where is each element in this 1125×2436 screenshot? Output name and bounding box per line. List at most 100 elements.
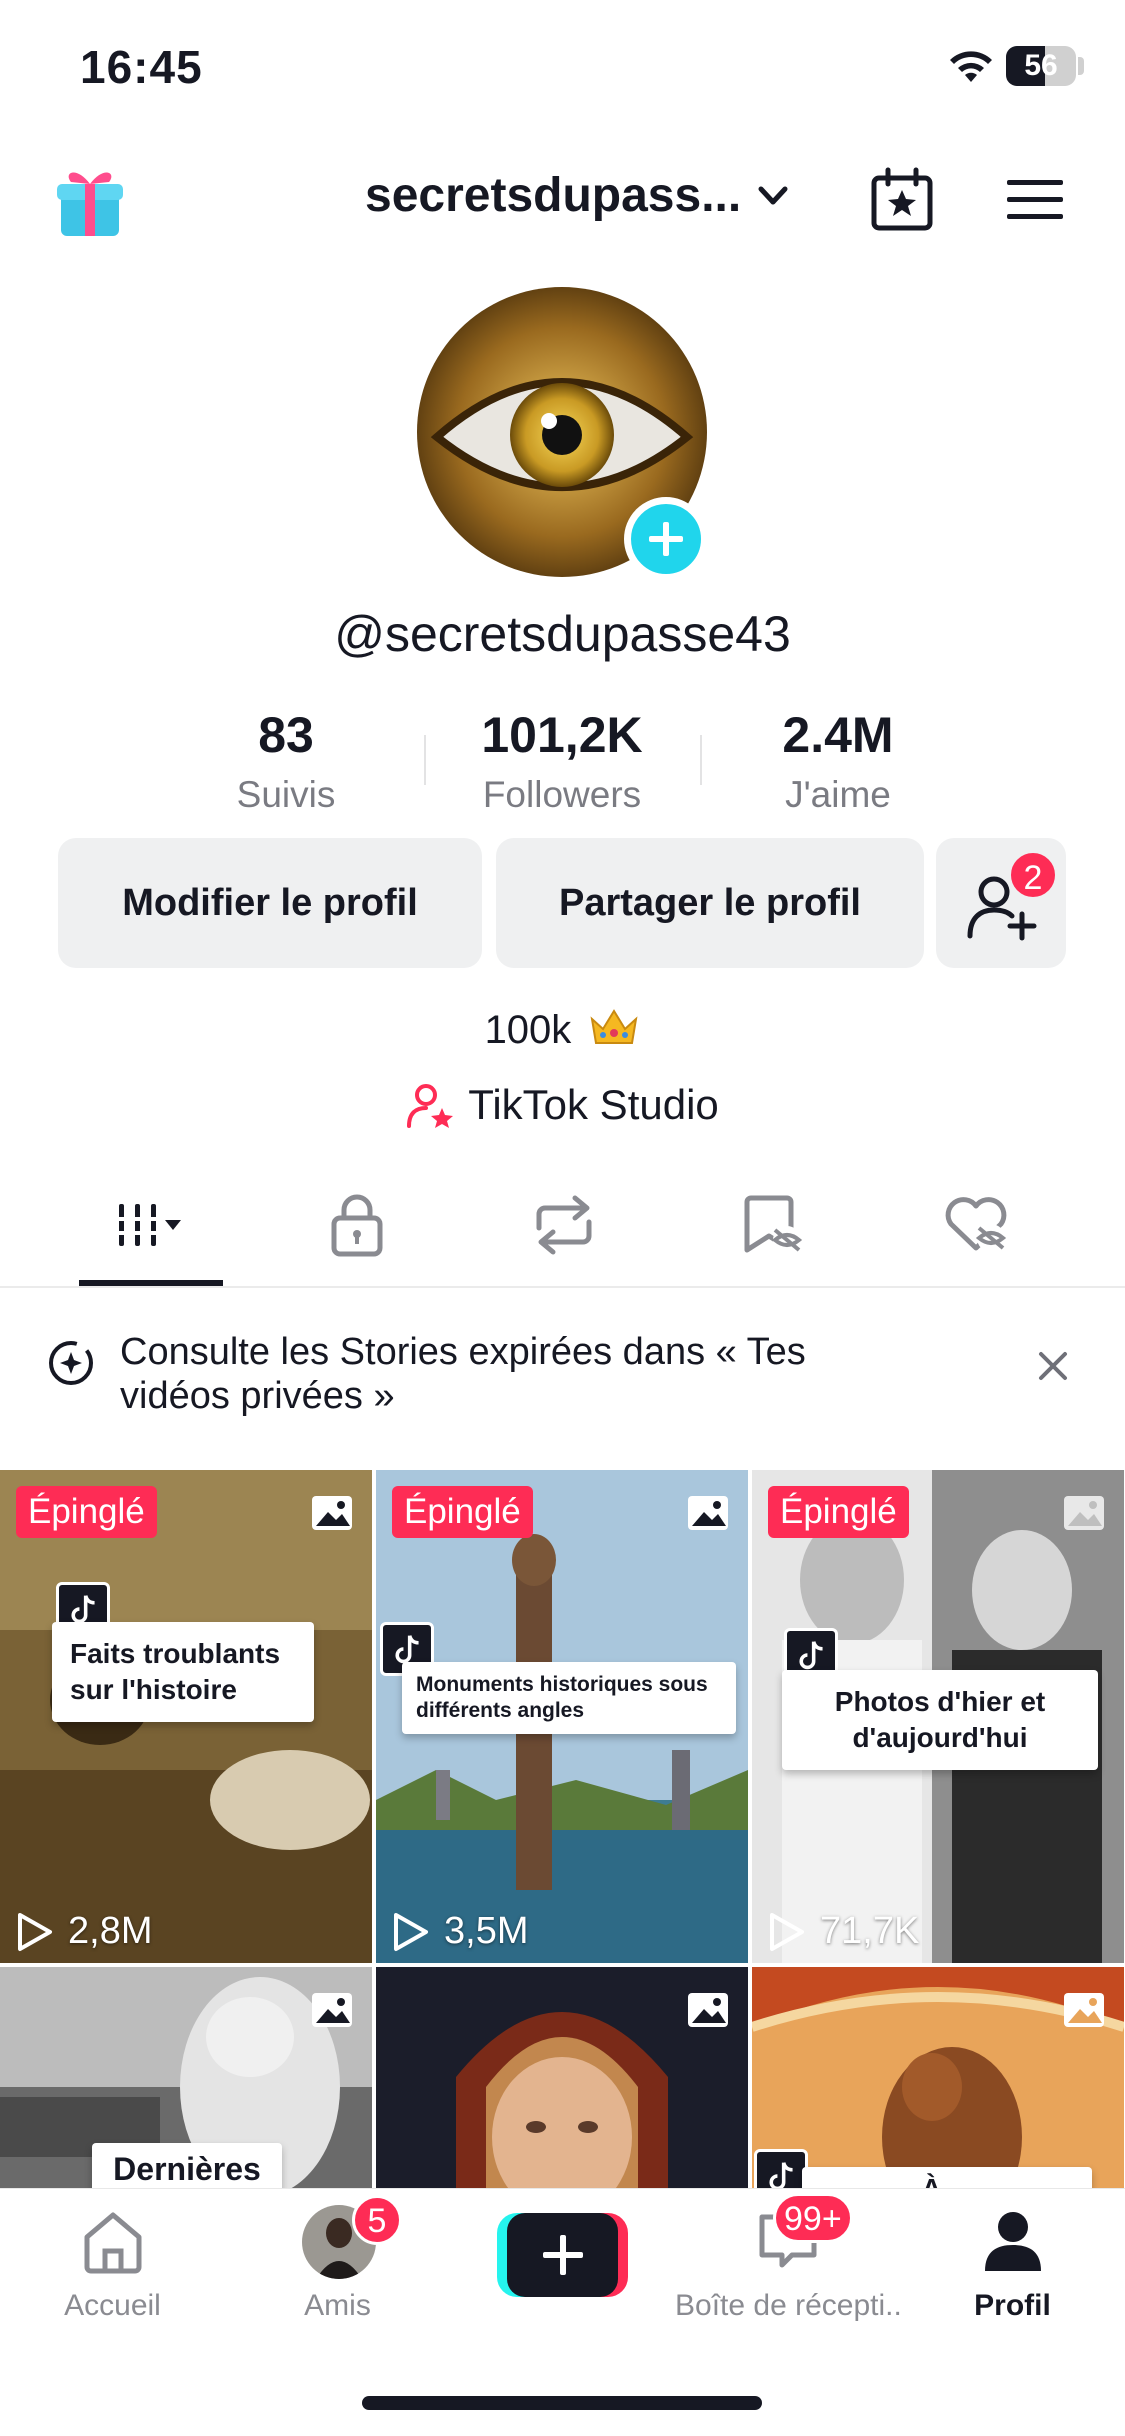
- create-button[interactable]: [497, 2213, 628, 2297]
- pinned-badge: Épinglé: [768, 1486, 909, 1538]
- view-count: 2,8M: [14, 1910, 152, 1953]
- banner-text: Consulte les Stories expirées dans « Tes…: [120, 1331, 806, 1417]
- profile-icon: [985, 2212, 1041, 2271]
- video-caption: Faits troublants sur l'histoire: [52, 1622, 314, 1722]
- nav-label: Accueil: [64, 2289, 161, 2322]
- content-tabs: [0, 1160, 1125, 1288]
- video-tile[interactable]: Épinglé Monuments historiques sous diffé…: [376, 1470, 748, 1963]
- close-icon[interactable]: [1035, 1348, 1071, 1384]
- battery-icon: 56: [1006, 46, 1076, 86]
- photo-icon: [688, 1993, 728, 2027]
- stat-label: Followers: [482, 774, 642, 815]
- repost-icon: [536, 1195, 592, 1255]
- nav-home[interactable]: Accueil: [0, 2189, 225, 2359]
- tiktok-studio-label: TikTok Studio: [468, 1081, 719, 1128]
- nav-profile[interactable]: Profil: [900, 2189, 1125, 2359]
- view-count: 71,7K: [766, 1910, 919, 1953]
- nav-friends[interactable]: 5 Amis: [225, 2189, 450, 2359]
- inbox-badge: 99+: [773, 2193, 853, 2243]
- play-icon: [394, 1912, 428, 1951]
- stat-following[interactable]: 83 Suivis: [146, 700, 426, 820]
- creator-star-icon: [407, 1084, 454, 1128]
- video-tile[interactable]: Épinglé Faits troublants sur l'histoire …: [0, 1470, 372, 1963]
- add-friend-button[interactable]: 2: [936, 838, 1066, 968]
- bio-text: 100k: [484, 1008, 572, 1052]
- profile-handle: @secretsdupasse43: [334, 606, 791, 662]
- gift-icon[interactable]: [55, 160, 125, 240]
- liked-hidden-icon: [945, 1197, 1007, 1252]
- grid-icon: [115, 1204, 181, 1246]
- friends-badge: 5: [352, 2195, 402, 2245]
- play-icon: [18, 1912, 52, 1951]
- nav-label: Amis: [304, 2289, 371, 2322]
- nav-inbox[interactable]: 99+ Boîte de récepti...: [675, 2189, 900, 2359]
- photo-icon: [312, 1496, 352, 1530]
- profile-actions: Modifier le profil Partager le profil 2: [0, 838, 1125, 968]
- story-icon: [49, 1341, 93, 1385]
- plus-icon: [543, 2235, 583, 2275]
- tab-reposts[interactable]: [494, 1160, 634, 1288]
- photo-icon: [1064, 1496, 1104, 1530]
- top-nav: secretsdupass...: [0, 150, 1125, 250]
- status-time: 16:45: [80, 41, 203, 93]
- calendar-star-icon[interactable]: [868, 166, 936, 234]
- stat-value: 2.4M: [782, 707, 894, 763]
- tiktok-logo-icon: [754, 2149, 808, 2190]
- share-profile-button[interactable]: Partager le profil: [496, 838, 924, 968]
- profile-avatar-container[interactable]: [417, 287, 708, 581]
- nav-label: Boîte de récepti...: [675, 2289, 900, 2322]
- view-count-text: 71,7K: [820, 1910, 920, 1952]
- photo-icon: [1064, 1993, 1104, 2027]
- view-count-text: 2,8M: [68, 1910, 153, 1952]
- photo-icon: [688, 1496, 728, 1530]
- stat-label: J'aime: [785, 774, 891, 815]
- profile-bio: 100k: [0, 1005, 1125, 1053]
- pinned-badge: Épinglé: [392, 1486, 533, 1538]
- edit-profile-button[interactable]: Modifier le profil: [58, 838, 482, 968]
- tab-indicator: [79, 1280, 223, 1286]
- video-tile[interactable]: À ...: [752, 1967, 1124, 2190]
- bookmark-hidden-icon: [744, 1195, 803, 1254]
- expired-stories-banner[interactable]: Consulte les Stories expirées dans « Tes…: [0, 1320, 1125, 1440]
- video-tile[interactable]: Dernières: [0, 1967, 372, 2190]
- battery-level: 56: [1024, 49, 1058, 82]
- play-icon: [770, 1912, 804, 1951]
- profile-stats: 83 Suivis 101,2K Followers 2.4M J'aime: [0, 700, 1125, 820]
- photo-icon: [312, 1993, 352, 2027]
- video-tile[interactable]: [376, 1967, 748, 2190]
- username: secretsdupass...: [365, 169, 742, 222]
- plus-icon: [649, 522, 683, 556]
- tiktok-studio-link[interactable]: TikTok Studio: [0, 1080, 1125, 1130]
- add-story-button[interactable]: [624, 497, 708, 581]
- battery-nub: [1078, 57, 1084, 75]
- stat-value: 101,2K: [481, 707, 643, 763]
- nav-label: Profil: [974, 2289, 1051, 2322]
- home-indicator: [362, 2396, 762, 2410]
- video-tile[interactable]: Épinglé Photos d'hier et d'aujourd'hui 7…: [752, 1470, 1124, 1963]
- video-caption: Dernières: [92, 2143, 282, 2190]
- stat-label: Suivis: [236, 774, 336, 815]
- home-icon: [84, 2212, 142, 2274]
- stat-followers[interactable]: 101,2K Followers: [422, 700, 702, 820]
- stat-likes[interactable]: 2.4M J'aime: [698, 700, 978, 820]
- lock-icon: [331, 1194, 383, 1257]
- tab-favorites[interactable]: [702, 1160, 842, 1288]
- account-switcher[interactable]: secretsdupass...: [365, 168, 793, 223]
- wifi-icon: [950, 51, 992, 82]
- video-grid: Épinglé Faits troublants sur l'histoire …: [0, 1470, 1125, 2190]
- tab-liked[interactable]: [906, 1160, 1046, 1288]
- chevron-down-icon: [758, 186, 788, 204]
- view-count: 3,5M: [390, 1910, 528, 1953]
- view-count-text: 3,5M: [444, 1910, 529, 1952]
- tab-videos[interactable]: [80, 1160, 220, 1288]
- video-caption: Monuments historiques sous différents an…: [402, 1662, 736, 1734]
- pinned-badge: Épinglé: [16, 1486, 157, 1538]
- video-caption: Photos d'hier et d'aujourd'hui: [782, 1670, 1098, 1770]
- friend-requests-badge: 2: [1008, 850, 1058, 900]
- video-caption: À ...: [802, 2167, 1092, 2190]
- tab-private[interactable]: [287, 1160, 427, 1288]
- status-bar: 16:45 56: [0, 0, 1125, 140]
- menu-icon[interactable]: [1005, 174, 1065, 226]
- create-button-core: [507, 2213, 618, 2297]
- crown-icon: [590, 1009, 638, 1044]
